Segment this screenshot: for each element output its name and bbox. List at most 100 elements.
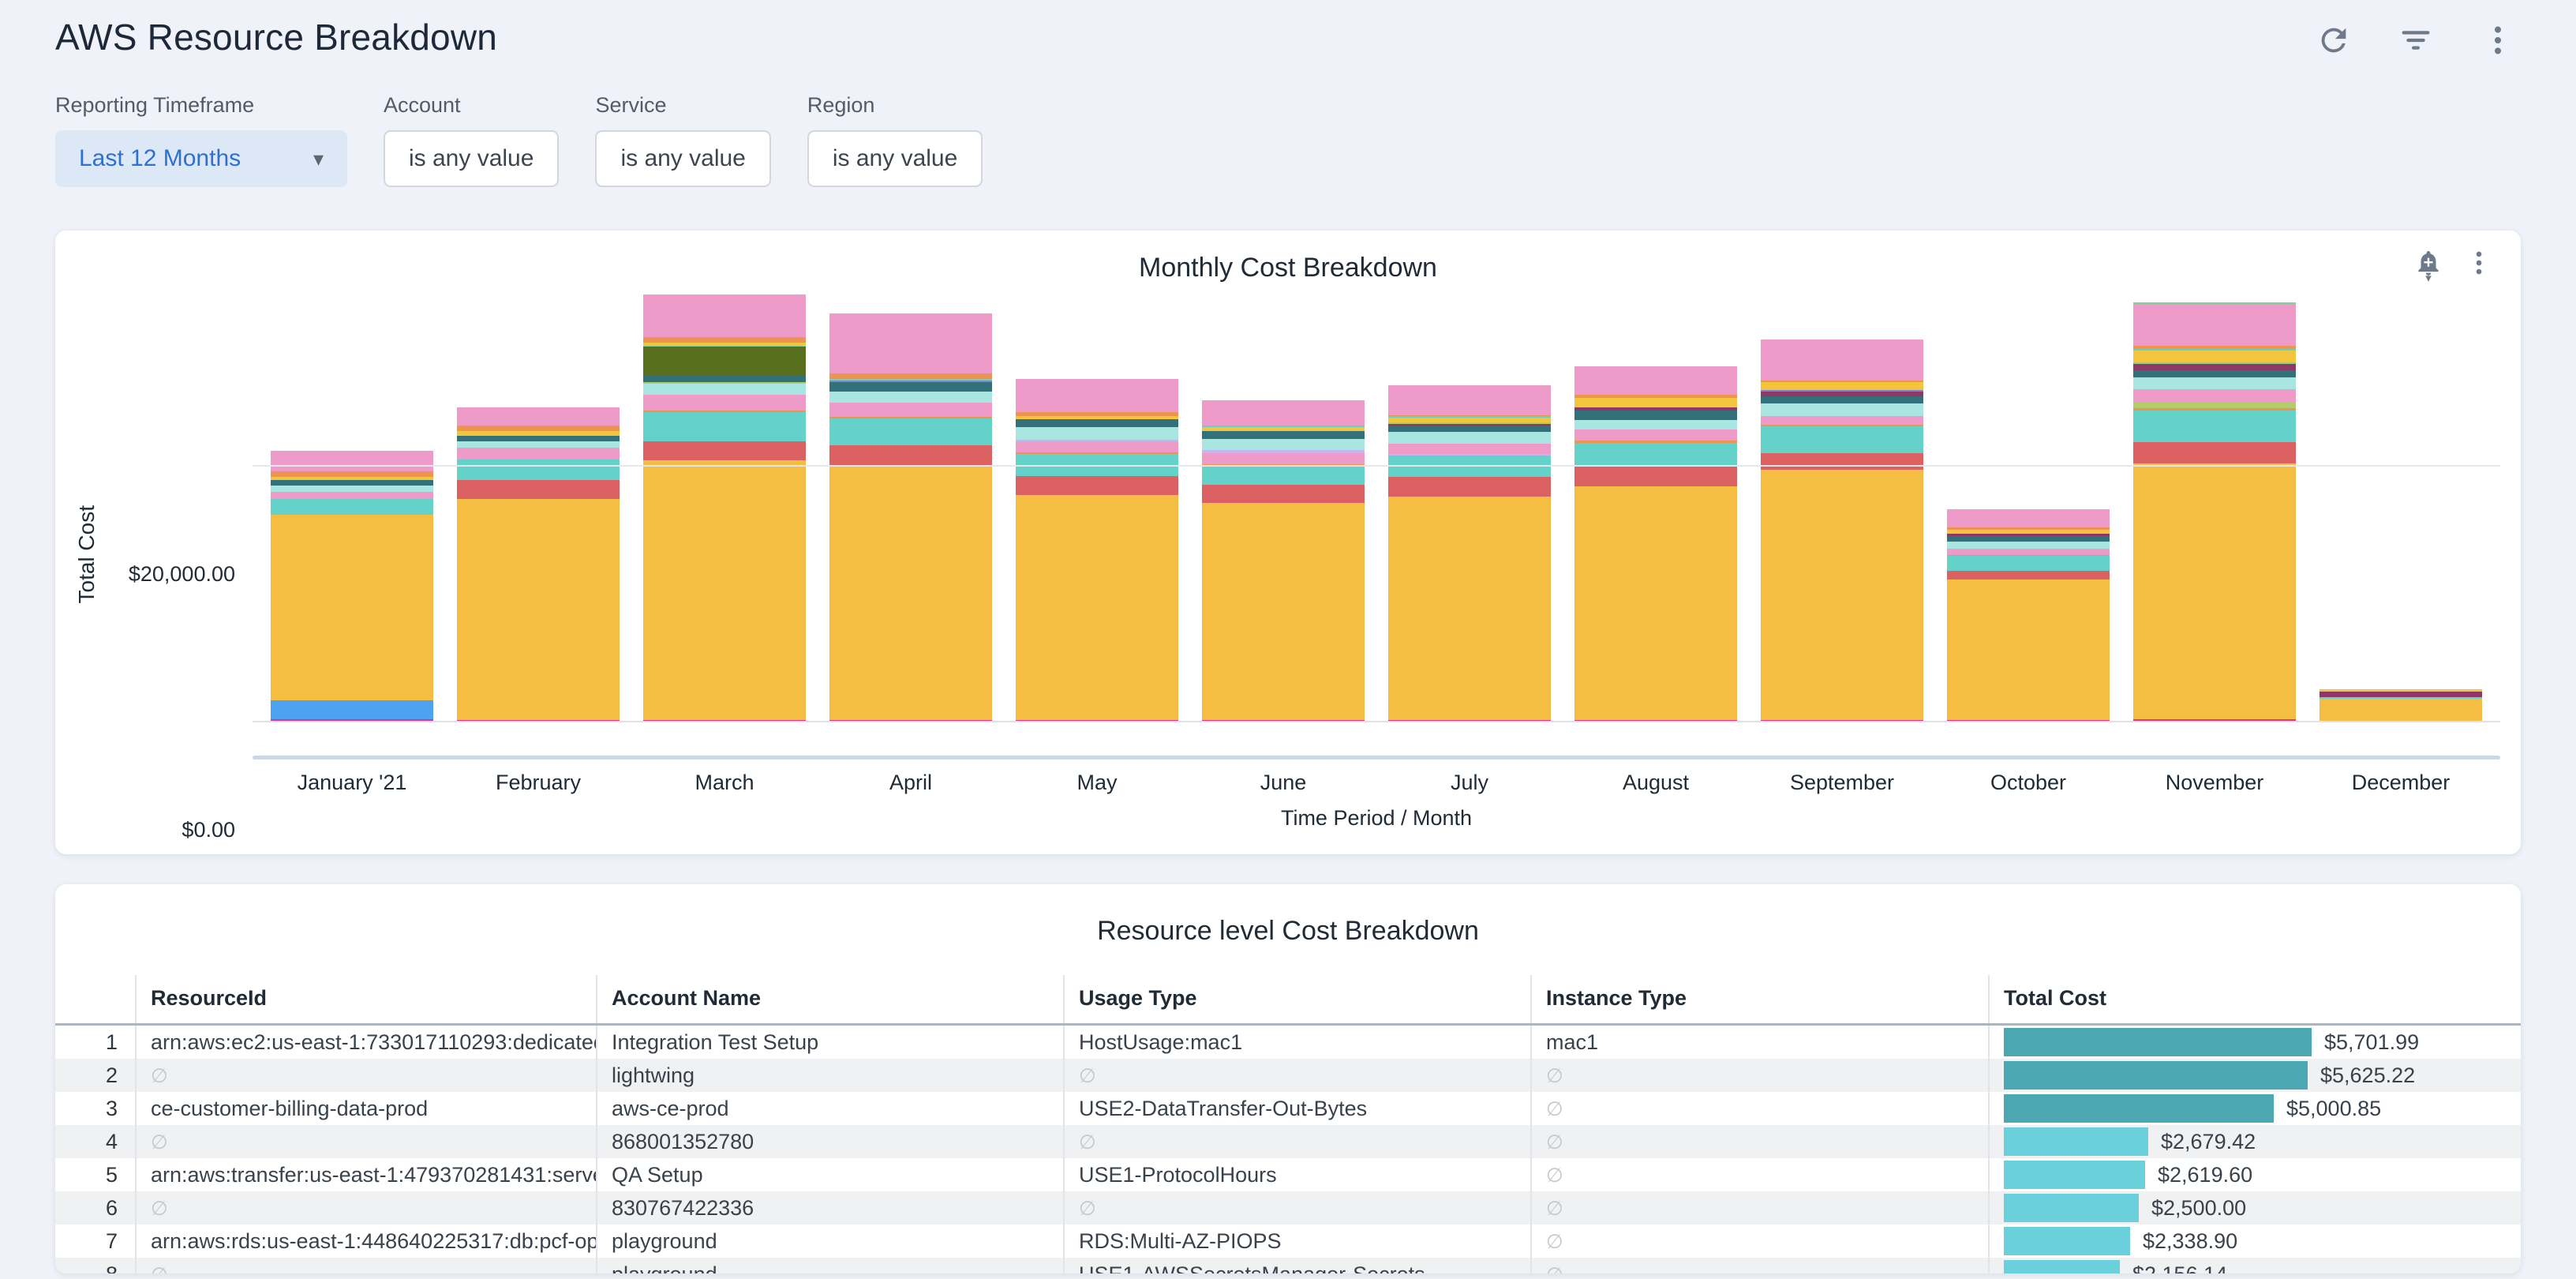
bar-segment-maroon[interactable] bbox=[2133, 364, 2295, 369]
usage-type-cell[interactable]: ∅ bbox=[1064, 1125, 1531, 1158]
bar-segment-pink[interactable] bbox=[829, 403, 991, 417]
usage-type-cell[interactable]: HostUsage:mac1 bbox=[1064, 1025, 1531, 1060]
instance-type-cell[interactable]: ∅ bbox=[1531, 1191, 1989, 1225]
bar-segment-pink[interactable] bbox=[457, 448, 619, 459]
bar-segment-amber[interactable] bbox=[829, 467, 991, 719]
bar-segment-orange[interactable] bbox=[457, 426, 619, 431]
bar-segment-yellow[interactable] bbox=[1761, 382, 1923, 390]
resource-id-cell[interactable]: arn:aws:ec2:us-east-1:733017110293:dedic… bbox=[136, 1025, 597, 1060]
bar-segment-yellow[interactable] bbox=[2133, 351, 2295, 362]
bar-segment-amber[interactable] bbox=[271, 515, 432, 700]
bar-segment-pink[interactable] bbox=[1574, 429, 1736, 441]
bar-segment-pink[interactable] bbox=[1016, 379, 1178, 412]
usage-type-cell[interactable]: ∅ bbox=[1064, 1059, 1531, 1092]
bar-segment-lightcyan[interactable] bbox=[643, 384, 805, 396]
stacked-bar[interactable] bbox=[829, 313, 991, 722]
bar-segment-lightcyan[interactable] bbox=[271, 486, 432, 492]
bar-segment-pink[interactable] bbox=[1947, 549, 2109, 555]
account-name-cell[interactable]: playground bbox=[597, 1225, 1064, 1258]
instance-type-cell[interactable]: mac1 bbox=[1531, 1025, 1989, 1060]
column-header-total-cost[interactable]: Total Cost bbox=[1989, 975, 2521, 1025]
total-cost-cell[interactable]: $5,701.99 bbox=[1989, 1025, 2521, 1060]
instance-type-cell[interactable]: ∅ bbox=[1531, 1125, 1989, 1158]
account-name-cell[interactable]: playground bbox=[597, 1258, 1064, 1273]
bar-segment-pink[interactable] bbox=[457, 407, 619, 426]
bar-segment-pink[interactable] bbox=[1388, 444, 1550, 454]
bar-segment-teal[interactable] bbox=[1574, 443, 1736, 466]
account-name-cell[interactable]: Integration Test Setup bbox=[597, 1025, 1064, 1060]
stacked-bar[interactable] bbox=[457, 407, 619, 722]
bar-segment-teal[interactable] bbox=[457, 459, 619, 480]
bar-segment-amber[interactable] bbox=[1016, 495, 1178, 720]
filter-value-button[interactable]: is any value bbox=[595, 130, 770, 187]
bar-segment-maroon[interactable] bbox=[2320, 692, 2481, 697]
bar-segment-amber[interactable] bbox=[1947, 579, 2109, 720]
usage-type-cell[interactable]: USE2-DataTransfer-Out-Bytes bbox=[1064, 1092, 1531, 1125]
bar-segment-lightcyan[interactable] bbox=[1574, 420, 1736, 429]
stacked-bar[interactable] bbox=[271, 451, 432, 722]
bar-segment-coral[interactable] bbox=[1947, 571, 2109, 579]
bar-segment-amber[interactable] bbox=[1574, 486, 1736, 720]
bar-segment-lightcyan[interactable] bbox=[1202, 439, 1364, 451]
instance-type-cell[interactable]: ∅ bbox=[1531, 1092, 1989, 1125]
column-header-usage-type[interactable]: Usage Type bbox=[1064, 975, 1531, 1025]
bar-segment-yellowgreen[interactable] bbox=[2133, 402, 2295, 408]
column-header-account-name[interactable]: Account Name bbox=[597, 975, 1064, 1025]
stacked-bar[interactable] bbox=[2133, 302, 2295, 722]
bar-segment-darkteal[interactable] bbox=[1202, 431, 1364, 439]
usage-type-cell[interactable]: USE1-ProtocolHours bbox=[1064, 1158, 1531, 1191]
bar-segment-teal[interactable] bbox=[271, 499, 432, 515]
alert-bell-icon[interactable]: ▾ bbox=[2413, 248, 2443, 283]
refresh-icon[interactable] bbox=[2316, 22, 2352, 58]
bar-segment-coral[interactable] bbox=[1016, 476, 1178, 495]
account-name-cell[interactable]: 830767422336 bbox=[597, 1191, 1064, 1225]
bar-segment-coral[interactable] bbox=[1388, 477, 1550, 496]
kebab-menu-icon[interactable] bbox=[2480, 22, 2516, 58]
bar-segment-darkteal[interactable] bbox=[1388, 426, 1550, 432]
bar-segment-amber[interactable] bbox=[1761, 470, 1923, 720]
bar-segment-coral[interactable] bbox=[2133, 442, 2295, 464]
account-name-cell[interactable]: aws-ce-prod bbox=[597, 1092, 1064, 1125]
bar-segment-teal[interactable] bbox=[1947, 556, 2109, 571]
bar-segment-darkteal[interactable] bbox=[2133, 370, 2295, 378]
bar-segment-amber[interactable] bbox=[643, 460, 805, 719]
bar-segment-coral[interactable] bbox=[1574, 466, 1736, 486]
account-name-cell[interactable]: lightwing bbox=[597, 1059, 1064, 1092]
usage-type-cell[interactable]: USE1-AWSSecretsManager-Secrets bbox=[1064, 1258, 1531, 1273]
resource-id-cell[interactable]: ∅ bbox=[136, 1125, 597, 1158]
bar-segment-pink[interactable] bbox=[271, 451, 432, 472]
account-name-cell[interactable]: 868001352780 bbox=[597, 1125, 1064, 1158]
column-header-resourceid[interactable]: ResourceId bbox=[136, 975, 597, 1025]
bar-segment-lightcyan[interactable] bbox=[1947, 542, 2109, 549]
bar-segment-pink[interactable] bbox=[1947, 509, 2109, 527]
bar-segment-darkteal[interactable] bbox=[1761, 396, 1923, 403]
resource-id-cell[interactable]: ∅ bbox=[136, 1258, 597, 1273]
bar-segment-pink[interactable] bbox=[1202, 453, 1364, 465]
bar-segment-lightcyan[interactable] bbox=[1016, 427, 1178, 440]
bar-segment-teal[interactable] bbox=[2133, 411, 2295, 442]
bar-segment-teal[interactable] bbox=[1202, 466, 1364, 485]
resource-id-cell[interactable]: ∅ bbox=[136, 1059, 597, 1092]
stacked-bar[interactable] bbox=[1574, 366, 1736, 722]
bar-segment-amber[interactable] bbox=[2320, 699, 2481, 721]
usage-type-cell[interactable]: RDS:Multi-AZ-PIOPS bbox=[1064, 1225, 1531, 1258]
bar-segment-coral[interactable] bbox=[1761, 453, 1923, 470]
bar-segment-pink[interactable] bbox=[1016, 441, 1178, 453]
bar-segment-yellow[interactable] bbox=[1574, 398, 1736, 407]
bar-segment-lightcyan[interactable] bbox=[1761, 403, 1923, 416]
total-cost-cell[interactable]: $2,619.60 bbox=[1989, 1158, 2521, 1191]
instance-type-cell[interactable]: ∅ bbox=[1531, 1258, 1989, 1273]
kebab-menu-icon[interactable] bbox=[2464, 248, 2494, 278]
bar-segment-amber[interactable] bbox=[1388, 497, 1550, 720]
bar-segment-pink[interactable] bbox=[271, 492, 432, 499]
bar-segment-blue[interactable] bbox=[271, 700, 432, 719]
bar-segment-teal[interactable] bbox=[829, 418, 991, 445]
stacked-bar[interactable] bbox=[1761, 339, 1923, 722]
usage-type-cell[interactable]: ∅ bbox=[1064, 1191, 1531, 1225]
bar-segment-darkteal[interactable] bbox=[643, 375, 805, 382]
bar-segment-lightcyan[interactable] bbox=[2133, 377, 2295, 389]
bar-segment-amber[interactable] bbox=[1202, 503, 1364, 720]
bar-segment-pink[interactable] bbox=[1761, 416, 1923, 425]
bar-segment-olive[interactable] bbox=[643, 347, 805, 375]
bar-segment-pink[interactable] bbox=[2133, 389, 2295, 402]
